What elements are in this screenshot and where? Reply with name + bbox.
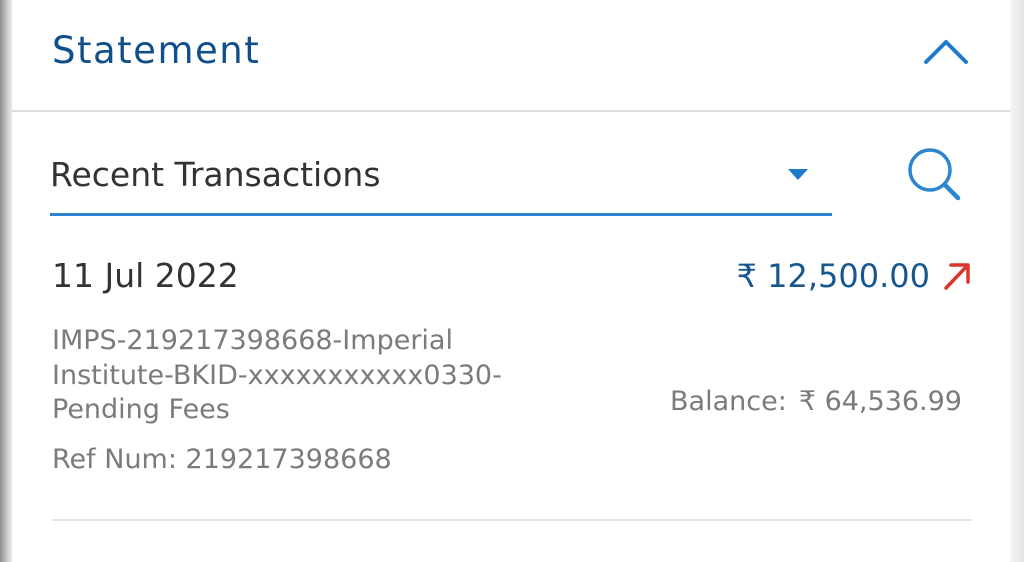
search-icon	[908, 148, 961, 201]
statement-header[interactable]: Statement	[12, 0, 1010, 112]
transaction-amount: ₹ 12,500.00	[736, 257, 930, 295]
statement-card: Statement Recent Transactions 11 Jul 202…	[12, 0, 1010, 562]
transaction-reference: Ref Num: 219217398668	[52, 444, 392, 475]
arrow-up-right-icon	[944, 263, 970, 290]
caret-down-icon	[788, 169, 808, 180]
transaction-description: IMPS-219217398668-Imperial Institute-BKI…	[52, 325, 502, 425]
statement-title: Statement	[52, 29, 261, 72]
transaction-item[interactable]: 11 Jul 2022 ₹ 12,500.00 IMPS-21921739866…	[52, 240, 972, 520]
chevron-up-icon	[924, 40, 968, 64]
transaction-divider	[52, 519, 972, 521]
balance-value: ₹ 64,536.99	[798, 386, 962, 417]
collapse-button[interactable]	[920, 30, 972, 74]
screen-right-edge	[1010, 0, 1024, 562]
balance-label: Balance:	[670, 386, 787, 417]
transaction-filter-dropdown[interactable]: Recent Transactions	[50, 145, 832, 216]
transaction-date: 11 Jul 2022	[52, 256, 239, 295]
search-button[interactable]	[906, 146, 964, 204]
screen-edge-shadow	[0, 0, 12, 562]
transaction-balance: Balance: ₹ 64,536.99	[670, 384, 962, 420]
filter-selected-value: Recent Transactions	[50, 155, 381, 194]
